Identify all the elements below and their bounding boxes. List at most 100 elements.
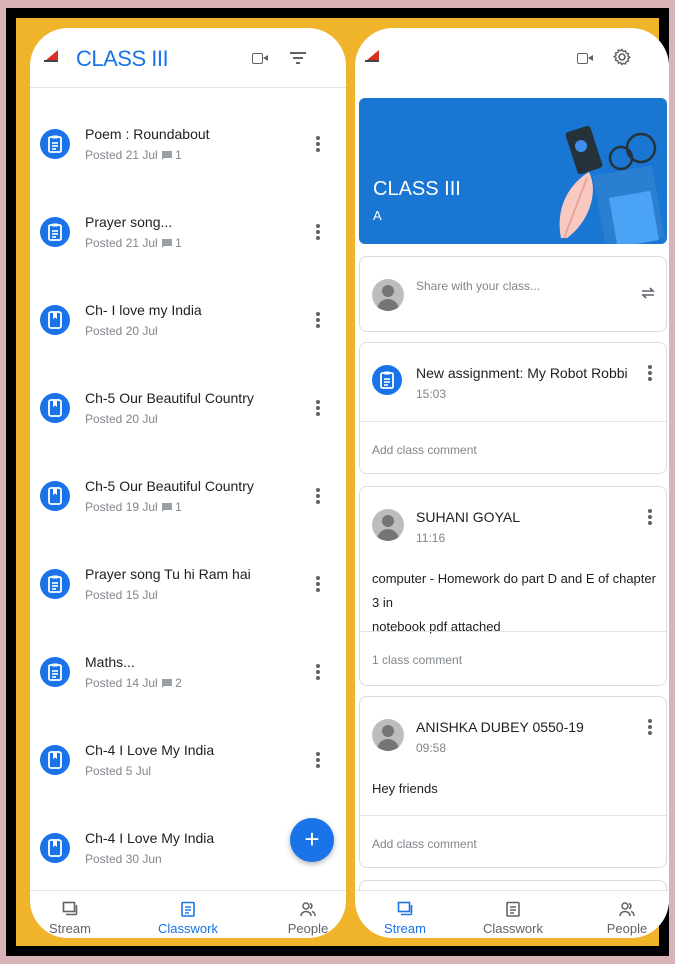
classwork-item[interactable]: Ch-5 Our Beautiful Country Posted 19 Jul… <box>30 476 346 564</box>
bottom-navigation: Stream Classwork People <box>30 890 346 938</box>
video-meet-icon[interactable] <box>577 51 595 65</box>
comment-icon <box>161 149 172 163</box>
comment-count: 1 <box>175 236 182 250</box>
classwork-item-meta: Posted 14 Jul 2 <box>85 676 182 690</box>
post-body: Hey friends <box>372 781 438 796</box>
stream-icon <box>62 901 78 916</box>
post-title: New assignment: My Robot Robbi <box>416 365 628 381</box>
banner-section: A <box>373 208 382 223</box>
classwork-item-title: Ch-5 Our Beautiful Country <box>85 478 254 494</box>
post-author: SUHANI GOYAL <box>416 509 520 525</box>
classwork-item[interactable]: Ch- I love my India Posted 20 Jul <box>30 300 346 388</box>
nav-people-label: People <box>606 921 648 936</box>
classwork-item-title: Ch-4 I Love My India <box>85 742 215 758</box>
classwork-item-meta: Posted 21 Jul 1 <box>85 148 182 163</box>
post-time: 11:16 <box>416 531 446 545</box>
comment-count: 1 <box>175 148 182 162</box>
video-meet-icon[interactable] <box>252 51 270 65</box>
classwork-item-meta: Posted 5 Jul <box>85 764 152 778</box>
class-banner[interactable]: CLASS III A <box>359 98 667 244</box>
more-options-icon[interactable] <box>648 509 652 525</box>
material-book-icon <box>40 305 70 335</box>
comment-icon <box>161 237 172 251</box>
class-title: CLASS III <box>76 46 169 71</box>
post-time: 09:58 <box>416 741 447 755</box>
top-app-bar: CLASS III <box>30 28 346 88</box>
avatar <box>372 279 404 311</box>
people-icon <box>619 902 635 917</box>
post-body: computer - Homework do part D and E of c… <box>372 571 656 634</box>
classwork-icon <box>506 901 520 917</box>
classwork-item[interactable]: Ch-5 Our Beautiful Country Posted 20 Jul <box>30 388 346 476</box>
stream-icon <box>397 901 413 916</box>
more-options-icon[interactable] <box>316 752 320 768</box>
classwork-item[interactable]: Prayer song... Posted 21 Jul 1 <box>30 212 346 300</box>
assignment-icon <box>372 365 402 395</box>
more-options-icon[interactable] <box>316 664 320 680</box>
classwork-item[interactable]: Maths... Posted 14 Jul 2 <box>30 652 346 740</box>
classwork-icon <box>181 901 195 917</box>
classwork-item-meta: Posted 30 Jun <box>85 852 162 866</box>
assignment-icon <box>40 129 70 159</box>
classwork-item-title: Poem : Roundabout <box>85 126 210 142</box>
announcement-post-card[interactable]: ANISHKA DUBEY 0550-19 09:58 Hey friends … <box>359 696 667 868</box>
more-options-icon[interactable] <box>316 136 320 152</box>
classwork-item[interactable]: Prayer song Tu hi Ram hai Posted 15 Jul <box>30 564 346 652</box>
settings-gear-icon[interactable] <box>613 48 631 66</box>
material-book-icon <box>40 481 70 511</box>
classwork-screen: CLASS III Poem : Roundabout Posted 21 Ju… <box>30 28 346 938</box>
assignment-icon <box>40 569 70 599</box>
nav-stream-label: Stream <box>384 921 426 936</box>
nav-stream-label: Stream <box>49 921 91 936</box>
avatar <box>372 719 404 751</box>
more-options-icon[interactable] <box>316 488 320 504</box>
more-options-icon[interactable] <box>316 576 320 592</box>
share-with-class-card[interactable]: Share with your class... <box>359 256 667 332</box>
more-options-icon[interactable] <box>316 312 320 328</box>
more-options-icon[interactable] <box>316 400 320 416</box>
material-book-icon <box>40 833 70 863</box>
classwork-item-title: Ch-4 I Love My India <box>85 830 215 846</box>
people-icon <box>300 902 316 917</box>
post-time: 15:03 <box>416 387 447 401</box>
more-options-icon[interactable] <box>316 224 320 240</box>
classwork-item-title: Maths... <box>85 654 135 670</box>
classwork-item-meta: Posted 19 Jul 1 <box>85 500 182 515</box>
banner-illustration <box>559 125 665 244</box>
comment-count: 2 <box>175 676 182 690</box>
filter-icon[interactable] <box>290 52 306 64</box>
material-book-icon <box>40 393 70 423</box>
classwork-item-meta: Posted 21 Jul 1 <box>85 236 182 251</box>
comment-count: 1 <box>175 500 182 514</box>
classwork-item-title: Ch-5 Our Beautiful Country <box>85 390 254 406</box>
classwork-item-meta: Posted 20 Jul <box>85 412 158 426</box>
add-fab-button[interactable]: + <box>290 818 334 862</box>
nav-people-label: People <box>287 921 329 936</box>
add-class-comment-link[interactable]: Add class comment <box>372 837 477 851</box>
assignment-icon <box>40 657 70 687</box>
classwork-item-meta: Posted 15 Jul <box>85 588 158 602</box>
add-class-comment-link[interactable]: Add class comment <box>372 443 477 457</box>
banner-class-name: CLASS III <box>373 178 461 200</box>
announcement-post-card[interactable]: SUHANI GOYAL 11:16 computer - Homework d… <box>359 486 667 686</box>
repost-icon[interactable] <box>640 284 656 302</box>
material-book-icon <box>40 745 70 775</box>
classwork-item[interactable]: Poem : Roundabout Posted 21 Jul 1 <box>30 124 346 212</box>
class-comments-link[interactable]: 1 class comment <box>372 653 462 667</box>
classwork-item-title: Prayer song Tu hi Ram hai <box>85 566 251 582</box>
comment-icon <box>161 501 172 515</box>
classwork-item-meta: Posted 20 Jul <box>85 324 158 338</box>
avatar <box>372 509 404 541</box>
classwork-item-title: Ch- I love my India <box>85 302 202 318</box>
classwork-item-title: Prayer song... <box>85 214 173 230</box>
stream-screen: CLASS III A Share with your class... New… <box>355 28 669 938</box>
more-options-icon[interactable] <box>648 719 652 735</box>
assignment-post-card[interactable]: New assignment: My Robot Robbi 15:03 Add… <box>359 342 667 474</box>
classwork-item[interactable]: Ch-4 I Love My India Posted 5 Jul <box>30 740 346 828</box>
nav-classwork-label: Classwork <box>158 921 218 936</box>
post-author: ANISHKA DUBEY 0550-19 <box>416 719 584 735</box>
classwork-list: Poem : Roundabout Posted 21 Jul 1 Prayer… <box>30 124 346 916</box>
bottom-navigation: Stream Classwork People <box>355 890 669 938</box>
more-options-icon[interactable] <box>648 365 652 381</box>
share-input[interactable]: Share with your class... <box>416 279 540 293</box>
